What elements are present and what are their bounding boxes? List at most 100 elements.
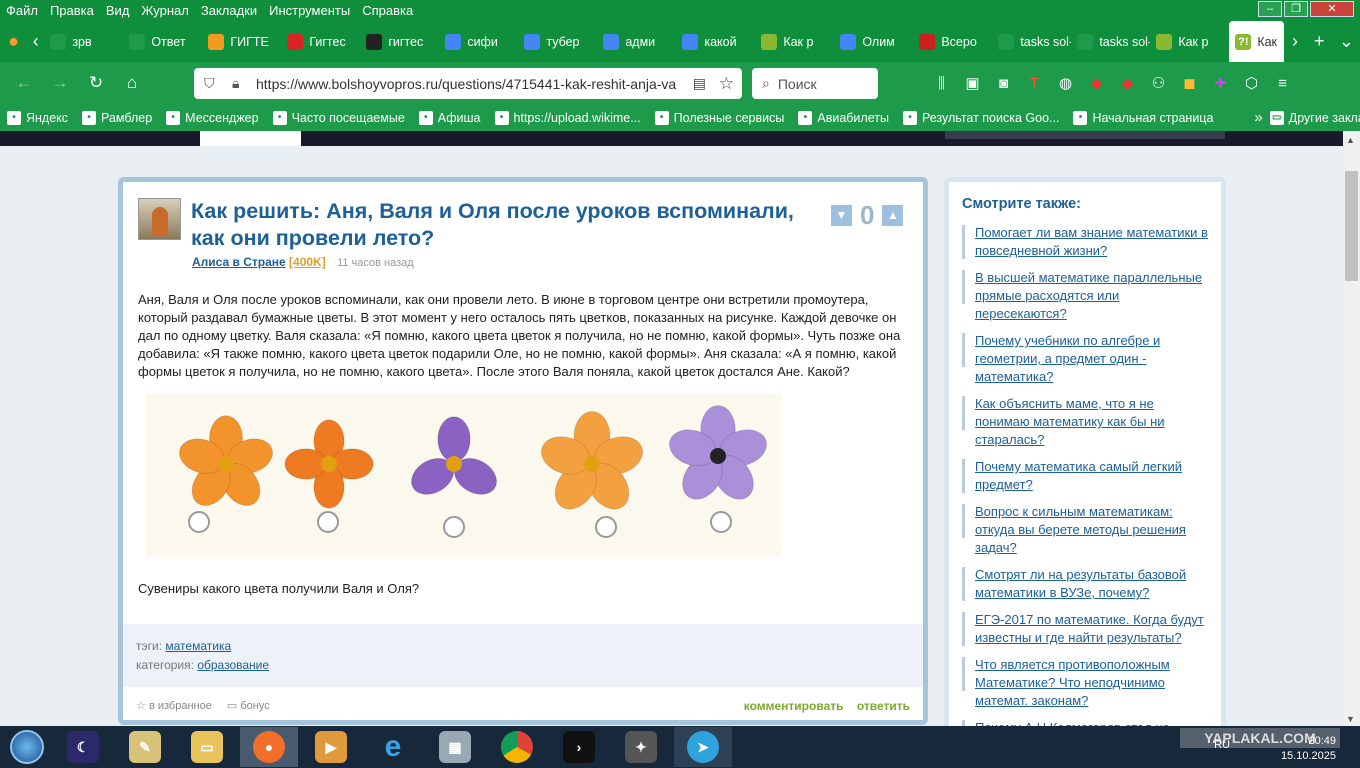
globe-icon[interactable]: ◍ xyxy=(1050,74,1081,92)
reload-icon[interactable]: ↻ xyxy=(78,73,114,93)
firefox-menu-icon[interactable]: ● xyxy=(0,31,27,52)
tab-13[interactable]: tasks sol-r xyxy=(1071,21,1150,62)
bookmark-1[interactable]: • Рамблер xyxy=(75,110,159,125)
thumbs-down-icon[interactable]: ▼ xyxy=(831,205,852,226)
maximize-button[interactable]: ❐ xyxy=(1284,1,1308,17)
tab-11[interactable]: Всеро xyxy=(913,21,992,62)
url-text[interactable]: https://www.bolshoyvopros.ru/questions/4… xyxy=(194,76,676,92)
author-rank[interactable]: [400K] xyxy=(289,255,326,269)
close-window-button[interactable]: ✕ xyxy=(1310,1,1354,17)
sidebar-item-link[interactable]: Смотрят ли на результаты базовой математ… xyxy=(975,567,1186,600)
taskbar-app-explorer[interactable]: ▭ xyxy=(178,727,236,767)
other-bookmarks[interactable]: ▭Другие закладки xyxy=(1263,110,1360,125)
extension-2-icon[interactable]: ◙ xyxy=(988,75,1019,92)
sidebar-item-link[interactable]: Почему математика самый легкий предмет? xyxy=(975,459,1182,492)
extension-6-icon[interactable]: ⚇ xyxy=(1143,74,1174,92)
taskbar-app-ie[interactable]: e xyxy=(364,727,422,767)
sidebar-item-link[interactable]: Как объяснить маме, что я не понимаю мат… xyxy=(975,396,1165,447)
taskbar-app-cs[interactable]: ✦ xyxy=(612,727,670,767)
site-search[interactable] xyxy=(945,131,1225,139)
shield-icon[interactable]: ⛉ xyxy=(204,75,215,92)
forward-icon[interactable]: → xyxy=(42,73,78,93)
sidebar-item-link[interactable]: ЕГЭ-2017 по математике. Когда будут изве… xyxy=(975,612,1204,645)
tabs-scroll-left-icon[interactable]: ‹ xyxy=(27,31,44,52)
tab-12[interactable]: tasks sol-r xyxy=(992,21,1071,62)
taskbar-app-firefox[interactable]: ● xyxy=(240,727,298,767)
tab-3[interactable]: Гигтес xyxy=(281,21,360,62)
bonus-link[interactable]: бонус xyxy=(240,700,269,712)
bookmark-6[interactable]: • Полезные сервисы xyxy=(648,110,792,125)
flower-radio-1[interactable] xyxy=(317,511,339,533)
tabs-scroll-right-icon[interactable]: › xyxy=(1284,31,1305,52)
site-nav-active-tab[interactable] xyxy=(200,131,301,146)
language-indicator[interactable]: RU xyxy=(1214,739,1230,751)
minimize-button[interactable]: – xyxy=(1258,1,1282,17)
sidebar-item-link[interactable]: Вопрос к сильным математикам: откуда вы … xyxy=(975,504,1186,555)
flower-radio-4[interactable] xyxy=(710,511,732,533)
scroll-up-icon[interactable]: ▲ xyxy=(1346,135,1355,145)
taskbar-app-paint[interactable]: ✎ xyxy=(116,727,174,767)
sidebar-item[interactable]: Почему учебники по алгебре и геометрии, … xyxy=(962,332,1212,386)
list-tabs-icon[interactable]: ⌄ xyxy=(1333,31,1360,52)
extension-1-icon[interactable]: ▣ xyxy=(957,74,988,92)
tab-6[interactable]: тубер xyxy=(518,21,597,62)
tab-5[interactable]: сифи xyxy=(439,21,518,62)
flower-radio-0[interactable] xyxy=(188,511,210,533)
tab-14[interactable]: Как р xyxy=(1150,21,1229,62)
sidebar-item[interactable]: В высшей математике параллельные прямые … xyxy=(962,269,1212,323)
tab-1[interactable]: Ответ xyxy=(123,21,202,62)
taskbar-app-calculator[interactable]: ▦ xyxy=(426,727,484,767)
menu-help[interactable]: Справка xyxy=(356,3,419,18)
app-menu-icon[interactable]: ≡ xyxy=(1267,75,1298,92)
tab-10[interactable]: Олим xyxy=(834,21,913,62)
menu-tools[interactable]: Инструменты xyxy=(263,3,356,18)
bookmark-2[interactable]: • Мессенджер xyxy=(159,110,265,125)
sidebar-item[interactable]: Вопрос к сильным математикам: откуда вы … xyxy=(962,503,1212,557)
flower-radio-2[interactable] xyxy=(443,516,465,538)
sidebar-item[interactable]: ЕГЭ-2017 по математике. Когда будут изве… xyxy=(962,611,1212,647)
sidebar-item[interactable]: Почему математика самый легкий предмет? xyxy=(962,458,1212,494)
sidebar-item[interactable]: Почему А.Н.Колмогоров стал не xyxy=(962,719,1212,726)
category-link[interactable]: образование xyxy=(197,658,269,672)
scroll-down-icon[interactable]: ▼ xyxy=(1346,714,1355,724)
sidebar-item[interactable]: Как объяснить маме, что я не понимаю мат… xyxy=(962,395,1212,449)
extension-4-icon[interactable]: ◆ xyxy=(1081,74,1112,92)
search-field[interactable]: ⌕ Поиск xyxy=(752,68,878,99)
menu-edit[interactable]: Правка xyxy=(44,3,100,18)
sidebar-item-link[interactable]: Что является противоположным Математике?… xyxy=(975,657,1170,708)
question-title[interactable]: Как решить: Аня, Валя и Оля после уроков… xyxy=(191,198,831,252)
author-link[interactable]: Алиса в Стране xyxy=(192,255,286,269)
tab-4[interactable]: гигтес xyxy=(360,21,439,62)
bookmark-0[interactable]: • Яндекс xyxy=(0,110,75,125)
tab-9[interactable]: Как р xyxy=(755,21,834,62)
avatar[interactable] xyxy=(138,198,181,240)
menu-bookmarks[interactable]: Закладки xyxy=(195,3,263,18)
extension-3-icon[interactable]: T xyxy=(1019,75,1050,92)
lock-icon[interactable]: 🔒︎ xyxy=(232,75,239,92)
bookmark-3[interactable]: • Часто посещаемые xyxy=(266,110,412,125)
menu-view[interactable]: Вид xyxy=(100,3,136,18)
tab-0[interactable]: зрв xyxy=(44,21,123,62)
extension-5-icon[interactable]: ◆ xyxy=(1112,74,1143,92)
bookmark-star-icon[interactable]: ☆ xyxy=(719,74,734,94)
tab-8[interactable]: какой xyxy=(676,21,755,62)
tab-7[interactable]: адми xyxy=(597,21,676,62)
home-icon[interactable]: ⌂ xyxy=(114,73,150,93)
sidebar-item[interactable]: Помогает ли вам знание математики в повс… xyxy=(962,224,1212,260)
sidebar-item-link[interactable]: Почему учебники по алгебре и геометрии, … xyxy=(975,333,1160,384)
tab-2[interactable]: ГИГТЕ xyxy=(202,21,281,62)
flower-radio-3[interactable] xyxy=(595,516,617,538)
clock[interactable]: 20:49 15.10.2025 xyxy=(1281,734,1336,764)
bookmark-5[interactable]: • https://upload.wikime... xyxy=(488,110,648,125)
address-bar[interactable]: ⛉ 🔒︎ https://www.bolshoyvopros.ru/questi… xyxy=(194,68,742,99)
extensions-icon[interactable]: ⬡ xyxy=(1236,74,1267,92)
sidebar-item-link[interactable]: В высшей математике параллельные прямые … xyxy=(975,270,1202,321)
bookmarks-overflow-icon[interactable]: » xyxy=(1254,109,1262,126)
taskbar-app-media[interactable]: ▶ xyxy=(302,727,360,767)
bookmark-7[interactable]: • Авиабилеты xyxy=(791,110,896,125)
extension-7-icon[interactable]: ◼ xyxy=(1174,74,1205,92)
taskbar-app-stellarium[interactable]: ☾ xyxy=(54,727,112,767)
answer-link[interactable]: ответить xyxy=(857,699,910,713)
menu-history[interactable]: Журнал xyxy=(135,3,194,18)
library-icon[interactable]: ⫼ xyxy=(926,75,957,92)
